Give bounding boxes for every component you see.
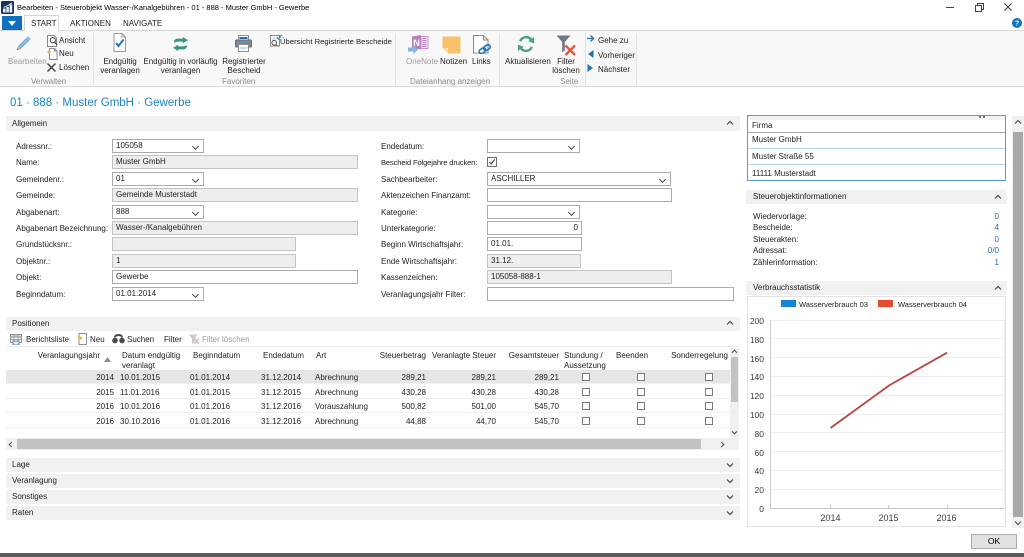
svg-text:?: ? bbox=[1015, 19, 1020, 28]
